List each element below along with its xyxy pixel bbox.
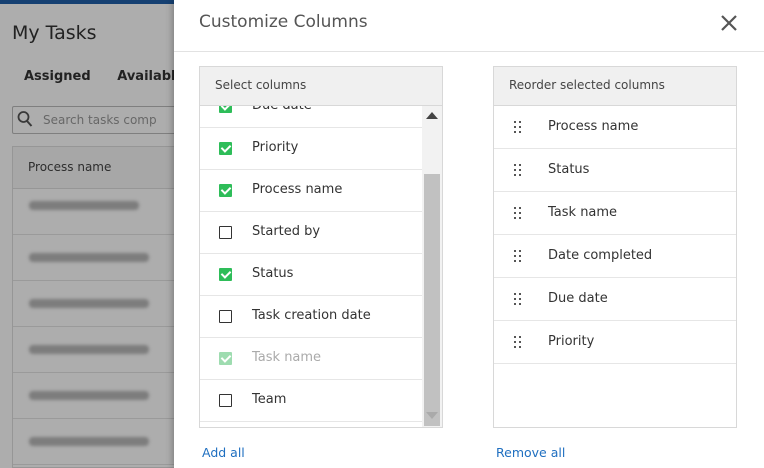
add-all-link[interactable]: Add all (202, 445, 245, 460)
column-option-label: Team (252, 392, 287, 407)
selected-columns-list: Process name Status Task name Date complete… (494, 106, 736, 427)
remove-all-link[interactable]: Remove all (496, 445, 565, 460)
checkbox-unchecked[interactable] (219, 394, 232, 407)
checkbox-checked[interactable] (219, 142, 232, 155)
selected-column-item[interactable]: Date completed (494, 235, 736, 278)
close-icon (721, 15, 737, 31)
column-option-label: Started by (252, 224, 321, 239)
column-option[interactable]: Task creation date (200, 296, 422, 338)
column-option[interactable]: Status (200, 254, 422, 296)
column-option-label: Due date (252, 106, 312, 113)
selected-column-label: Date completed (548, 248, 653, 263)
checkbox-checked (219, 352, 232, 365)
column-options: Due date Priority Process name Started by St… (200, 106, 422, 422)
reorder-columns-header: Reorder selected columns (494, 67, 736, 106)
selected-column-label: Task name (548, 205, 618, 220)
checkbox-unchecked[interactable] (219, 310, 232, 323)
selected-column-item[interactable]: Priority (494, 321, 736, 364)
column-option-label: Priority (252, 140, 299, 155)
column-option-label: Task name (252, 350, 322, 365)
column-option: Task name (200, 338, 422, 380)
column-option[interactable]: Priority (200, 128, 422, 170)
scroll-thumb[interactable] (424, 174, 440, 426)
select-columns-header: Select columns (200, 67, 442, 106)
selected-column-label: Status (548, 162, 590, 177)
column-option[interactable]: Team (200, 380, 422, 422)
select-columns-list: Due date Priority Process name Started by St… (200, 106, 442, 427)
column-option[interactable]: Started by (200, 212, 422, 254)
column-option[interactable]: Due date (200, 106, 422, 128)
drag-handle-icon[interactable] (514, 207, 522, 219)
column-option-label: Process name (252, 182, 343, 197)
selected-column-item[interactable]: Task name (494, 192, 736, 235)
scroll-up-arrow[interactable] (426, 112, 438, 119)
selected-column-item[interactable]: Process name (494, 106, 736, 149)
drag-handle-icon[interactable] (514, 164, 522, 176)
column-option-label: Status (252, 266, 294, 281)
selected-column-label: Due date (548, 291, 608, 306)
close-button[interactable] (716, 10, 742, 36)
column-option-label: Task creation date (252, 308, 371, 323)
column-option[interactable]: Process name (200, 170, 422, 212)
checkbox-checked[interactable] (219, 184, 232, 197)
scrollbar[interactable] (422, 106, 442, 427)
selected-column-label: Priority (548, 334, 595, 349)
checkbox-checked[interactable] (219, 268, 232, 281)
modal-header: Customize Columns (174, 0, 764, 52)
scroll-down-arrow[interactable] (426, 412, 438, 419)
modal-title: Customize Columns (199, 12, 368, 32)
selected-column-label: Process name (548, 119, 639, 134)
checkbox-unchecked[interactable] (219, 226, 232, 239)
customize-columns-modal: Customize Columns Select columns Due dat… (174, 0, 764, 468)
drag-handle-icon[interactable] (514, 121, 522, 133)
select-columns-panel: Select columns Due date Priority Process n… (199, 66, 443, 428)
selected-column-item[interactable]: Due date (494, 278, 736, 321)
drag-handle-icon[interactable] (514, 336, 522, 348)
checkbox-checked[interactable] (219, 106, 232, 113)
drag-handle-icon[interactable] (514, 250, 522, 262)
reorder-columns-panel: Reorder selected columns Process name Sta… (493, 66, 737, 428)
selected-column-item[interactable]: Status (494, 149, 736, 192)
drag-handle-icon[interactable] (514, 293, 522, 305)
